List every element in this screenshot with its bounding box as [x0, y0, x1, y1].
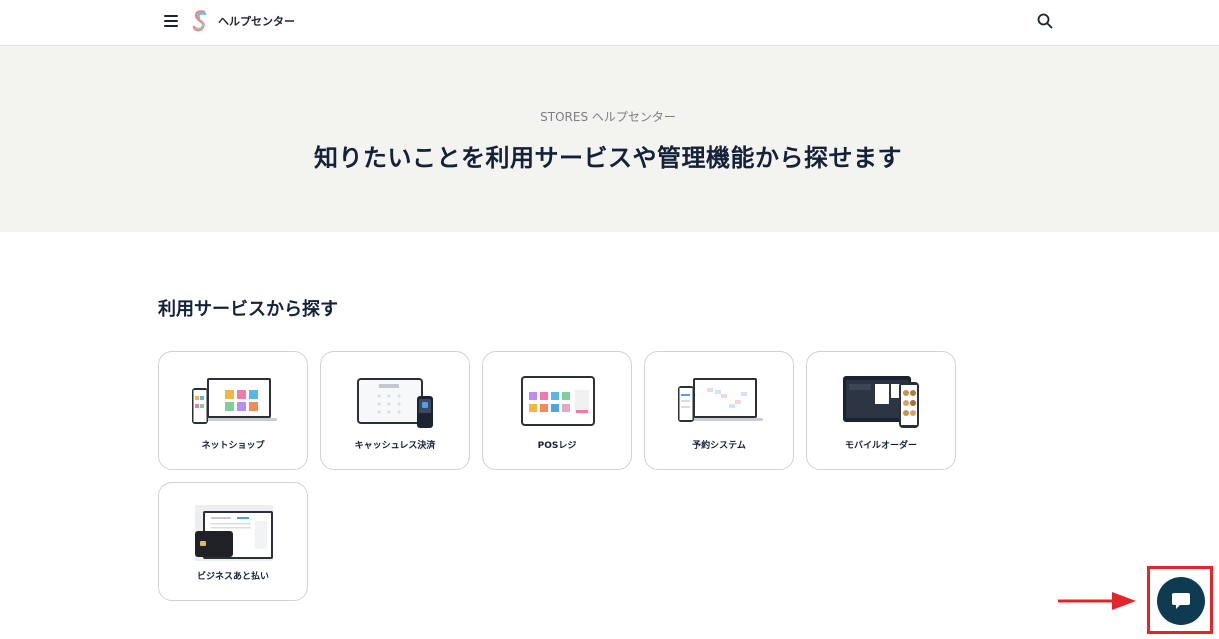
service-card-label: ネットショップ	[201, 441, 265, 451]
header-left: ヘルプセンター	[164, 9, 295, 33]
net-shop-illustration	[192, 378, 277, 424]
section-title: 利用サービスから探す	[158, 299, 338, 320]
service-card-label: ビジネスあと払い	[196, 572, 269, 582]
service-card-cashless[interactable]: キャッシュレス決済	[320, 351, 470, 470]
pos-illustration	[521, 376, 595, 426]
search-icon[interactable]	[1036, 12, 1054, 30]
menu-icon[interactable]	[164, 14, 178, 28]
annotation-arrow-icon	[1058, 592, 1136, 610]
site-header: ヘルプセンター	[0, 0, 1219, 46]
mobile-order-illustration	[843, 376, 919, 428]
service-card-reservation[interactable]: 予約システム	[644, 351, 794, 470]
service-card-label: POSレジ	[537, 441, 577, 451]
chat-button[interactable]	[1157, 577, 1205, 625]
chat-bubble-icon	[1172, 593, 1190, 609]
cashless-illustration	[357, 378, 433, 428]
service-card-label: キャッシュレス決済	[354, 441, 436, 451]
reservation-illustration	[678, 378, 763, 422]
service-card-label: モバイルオーダー	[844, 441, 917, 451]
business-bnpl-illustration	[195, 505, 273, 561]
service-card-mobile-order[interactable]: モバイルオーダー	[806, 351, 956, 470]
stores-logo[interactable]	[190, 9, 210, 33]
service-card-pos[interactable]: POSレジ	[482, 351, 632, 470]
hero-title: 知りたいことを利用サービスや管理機能から探せます	[314, 144, 902, 172]
service-card-business-bnpl[interactable]: ビジネスあと払い	[158, 482, 308, 601]
service-card-label: 予約システム	[692, 441, 746, 451]
site-title[interactable]: ヘルプセンター	[218, 13, 295, 29]
hero-subtitle: STORES ヘルプセンター	[540, 110, 676, 124]
service-card-net-shop[interactable]: ネットショップ	[158, 351, 308, 470]
hero-banner: STORES ヘルプセンター 知りたいことを利用サービスや管理機能から探せます	[0, 46, 1219, 232]
